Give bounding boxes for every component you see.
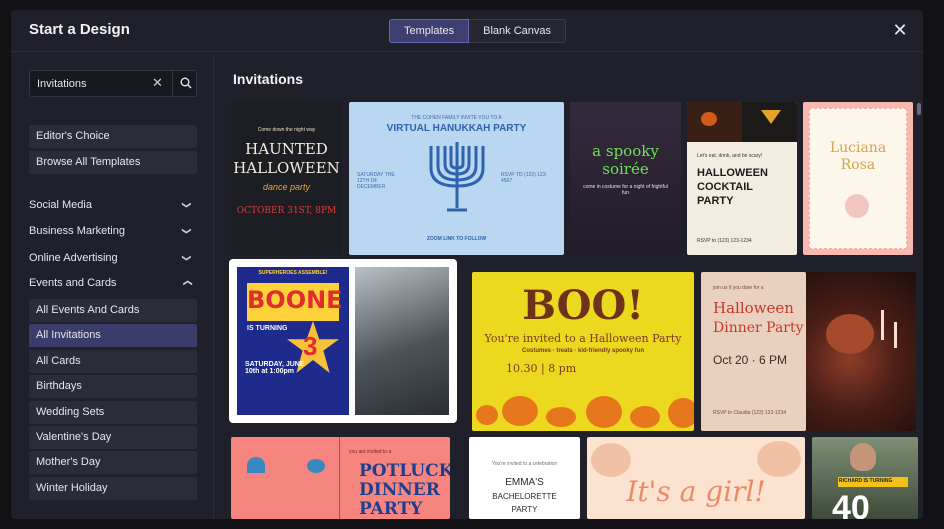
card-text: dance party: [262, 182, 311, 192]
card-text: BACHELORETTE: [492, 492, 557, 501]
chevron-down-icon: ❯: [182, 201, 193, 209]
card-text: you are invited to a: [349, 449, 392, 455]
card-text: THE COHEN FAMILY INVITE YOU TO A: [411, 115, 502, 121]
card-text: SUPERHEROES ASSEMBLE!: [258, 270, 328, 276]
card-text: 10.30 | 8 pm: [506, 362, 577, 375]
chevron-up-icon: ❯: [182, 279, 193, 287]
template-card-bachelorette[interactable]: You're invited to a celebration EMMA'S B…: [469, 437, 580, 519]
category-business-marketing[interactable]: Business Marketing ❯: [29, 221, 197, 241]
card-text: RICHARD IS TURNING: [839, 478, 893, 484]
sidebar-item-all-cards[interactable]: All Cards: [29, 350, 197, 373]
card-text: BOONE: [247, 286, 343, 314]
browse-all-templates-button[interactable]: Browse All Templates: [29, 151, 197, 174]
template-card-halloween-dinner[interactable]: join us if you dare for a Halloween Dinn…: [701, 272, 806, 431]
sidebar-item-winter-holiday[interactable]: Winter Holiday: [29, 477, 197, 500]
section-title: Invitations: [233, 71, 304, 87]
card-text: Costumes · treats · kid-friendly spooky …: [521, 348, 645, 354]
category-online-advertising[interactable]: Online Advertising ❯: [29, 248, 197, 268]
card-text: RSVP to (123) 123-1234: [697, 238, 752, 244]
template-card-hanukkah[interactable]: THE COHEN FAMILY INVITE YOU TO A VIRTUAL…: [349, 102, 564, 255]
template-card-luciana-rosa[interactable]: Luciana Rosa: [803, 102, 913, 255]
search-button[interactable]: [172, 71, 197, 96]
category-label: Events and Cards: [29, 277, 117, 289]
category-label: Social Media: [29, 199, 92, 211]
card-text: Rosa: [840, 157, 876, 173]
card-text: PARTY: [359, 499, 423, 519]
card-text: HALLOWEEN: [233, 159, 340, 177]
card-text: POTLUCK: [359, 461, 450, 481]
card-text: join us if you dare for a: [713, 285, 764, 291]
search-box: Invitations ✕: [29, 70, 197, 97]
card-text: come in costume for a night of frightful…: [583, 184, 668, 196]
clear-icon[interactable]: ✕: [152, 75, 163, 91]
template-card-halloween-cocktail[interactable]: Let's eat, drink, and be scary! HALLOWEE…: [687, 102, 797, 255]
card-text: SATURDAY THE 12TH OF DECEMBER: [357, 172, 395, 190]
card-text: Oct 20 · 6 PM: [713, 353, 788, 367]
sidebar-item-birthdays[interactable]: Birthdays: [29, 375, 197, 398]
card-text: ZOOM LINK TO FOLLOW: [426, 236, 487, 242]
card-text: OCTOBER 31ST, 8PM: [236, 206, 337, 216]
card-text: You're invited to a Halloween Party: [484, 332, 682, 345]
card-text: PARTY: [511, 505, 538, 514]
template-card-boo-halloween[interactable]: BOO! You're invited to a Halloween Party…: [472, 272, 694, 431]
card-text: VIRTUAL HANUKKAH PARTY: [386, 123, 527, 134]
template-card-spooky-soiree[interactable]: a spooky soirée come in costume for a ni…: [570, 102, 681, 255]
card-text: soirée: [602, 160, 649, 178]
sidebar: Invitations ✕ Editor's Choice Browse All…: [11, 53, 214, 519]
card-text: a spooky: [592, 142, 659, 160]
sidebar-item-all-events-and-cards[interactable]: All Events And Cards: [29, 299, 197, 322]
card-text: Let's eat, drink, and be scary!: [697, 153, 763, 159]
card-text: It's a girl!: [626, 475, 766, 508]
menorah-icon: [429, 142, 485, 212]
chevron-down-icon: ❯: [182, 254, 193, 262]
category-label: Online Advertising: [29, 252, 118, 264]
sidebar-item-mothers-day[interactable]: Mother's Day: [29, 451, 197, 474]
card-text: DINNER: [359, 480, 440, 500]
card-text: COCKTAIL: [697, 181, 754, 193]
card-text: IS TURNING: [247, 325, 288, 332]
card-text: Dinner Party: [713, 320, 804, 336]
template-card-potluck-dinner[interactable]: you are invited to a POTLUCK DINNER PART…: [231, 437, 450, 519]
template-gallery: Invitations Come down the night way HAUN…: [215, 53, 923, 519]
card-text: RSVP to Claudia (123) 123-1234: [713, 410, 787, 416]
category-label: Business Marketing: [29, 225, 125, 237]
chevron-down-icon: ❯: [182, 227, 193, 235]
card-text: BOO!: [522, 282, 644, 329]
template-card-haunted-halloween[interactable]: Come down the night way HAUNTED HALLOWEE…: [231, 102, 342, 255]
editors-choice-button[interactable]: Editor's Choice: [29, 125, 197, 148]
card-text: HAUNTED: [245, 140, 328, 158]
template-card-pumpkin-photo[interactable]: [806, 272, 916, 431]
card-text: 3: [303, 331, 318, 361]
start-design-modal: Start a Design Templates Blank Canvas ✕ …: [11, 10, 923, 519]
search-input[interactable]: Invitations: [37, 78, 87, 90]
mode-toggle: Templates Blank Canvas: [389, 19, 567, 43]
close-icon[interactable]: ✕: [891, 21, 909, 39]
sidebar-item-all-invitations[interactable]: All Invitations: [29, 324, 197, 347]
template-card-its-a-girl[interactable]: It's a girl!: [587, 437, 805, 519]
card-text: Come down the night way: [257, 127, 316, 133]
scrollbar-thumb[interactable]: [917, 103, 921, 115]
tab-blank-canvas[interactable]: Blank Canvas: [469, 19, 567, 43]
template-card-turning-40[interactable]: RICHARD IS TURNING 40: [812, 437, 918, 519]
card-text: SATURDAY, JUNE 10th at 1:00pm: [245, 361, 305, 375]
modal-header: Start a Design Templates Blank Canvas ✕: [11, 10, 923, 52]
card-text: PARTY: [697, 195, 734, 207]
sidebar-item-wedding-sets[interactable]: Wedding Sets: [29, 401, 197, 424]
category-events-and-cards[interactable]: Events and Cards ❯: [29, 273, 197, 293]
card-text: EMMA'S: [505, 477, 544, 488]
card-text: 40: [832, 489, 870, 519]
tab-templates[interactable]: Templates: [389, 19, 470, 43]
search-icon: [180, 77, 192, 89]
category-social-media[interactable]: Social Media ❯: [29, 195, 197, 215]
card-text: Luciana: [829, 140, 887, 156]
card-text: You're invited to a celebration: [491, 461, 558, 467]
sidebar-item-valentines-day[interactable]: Valentine's Day: [29, 426, 197, 449]
template-card-boone-birthday[interactable]: SUPERHEROES ASSEMBLE! BOONE IS TURNING 3…: [229, 259, 457, 423]
card-text: HALLOWEEN: [697, 167, 768, 179]
modal-title: Start a Design: [29, 21, 130, 38]
card-text: Halloween: [713, 299, 794, 317]
card-text: RSVP TO (123) 123-4567: [501, 172, 548, 184]
